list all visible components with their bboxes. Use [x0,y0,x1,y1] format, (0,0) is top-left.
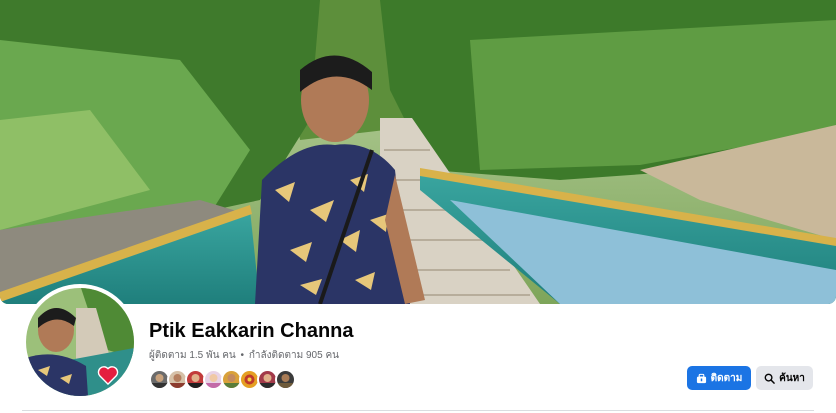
follow-icon [696,373,706,383]
profile-name: Ptik Eakkarin Channa [149,320,354,342]
profile-stats: ผู้ติดตาม 1.5 พัน คน • กำลังติดตาม 905 ค… [149,348,339,363]
friend-avatar[interactable] [275,369,296,390]
search-button[interactable]: ค้นหา [756,366,813,390]
divider [22,410,814,411]
friend-avatars [149,369,296,390]
cover-photo[interactable] [0,0,836,304]
followers-count[interactable]: ผู้ติดตาม 1.5 พัน คน [149,350,236,361]
heart-icon [97,366,119,385]
search-button-label: ค้นหา [779,372,805,384]
profile-avatar[interactable] [22,284,138,400]
following-count[interactable]: กำลังติดตาม 905 คน [249,350,339,361]
search-icon [764,373,775,384]
follow-button[interactable]: ติดตาม [687,366,751,390]
stats-separator: • [240,350,245,361]
follow-button-label: ติดตาม [710,372,743,384]
